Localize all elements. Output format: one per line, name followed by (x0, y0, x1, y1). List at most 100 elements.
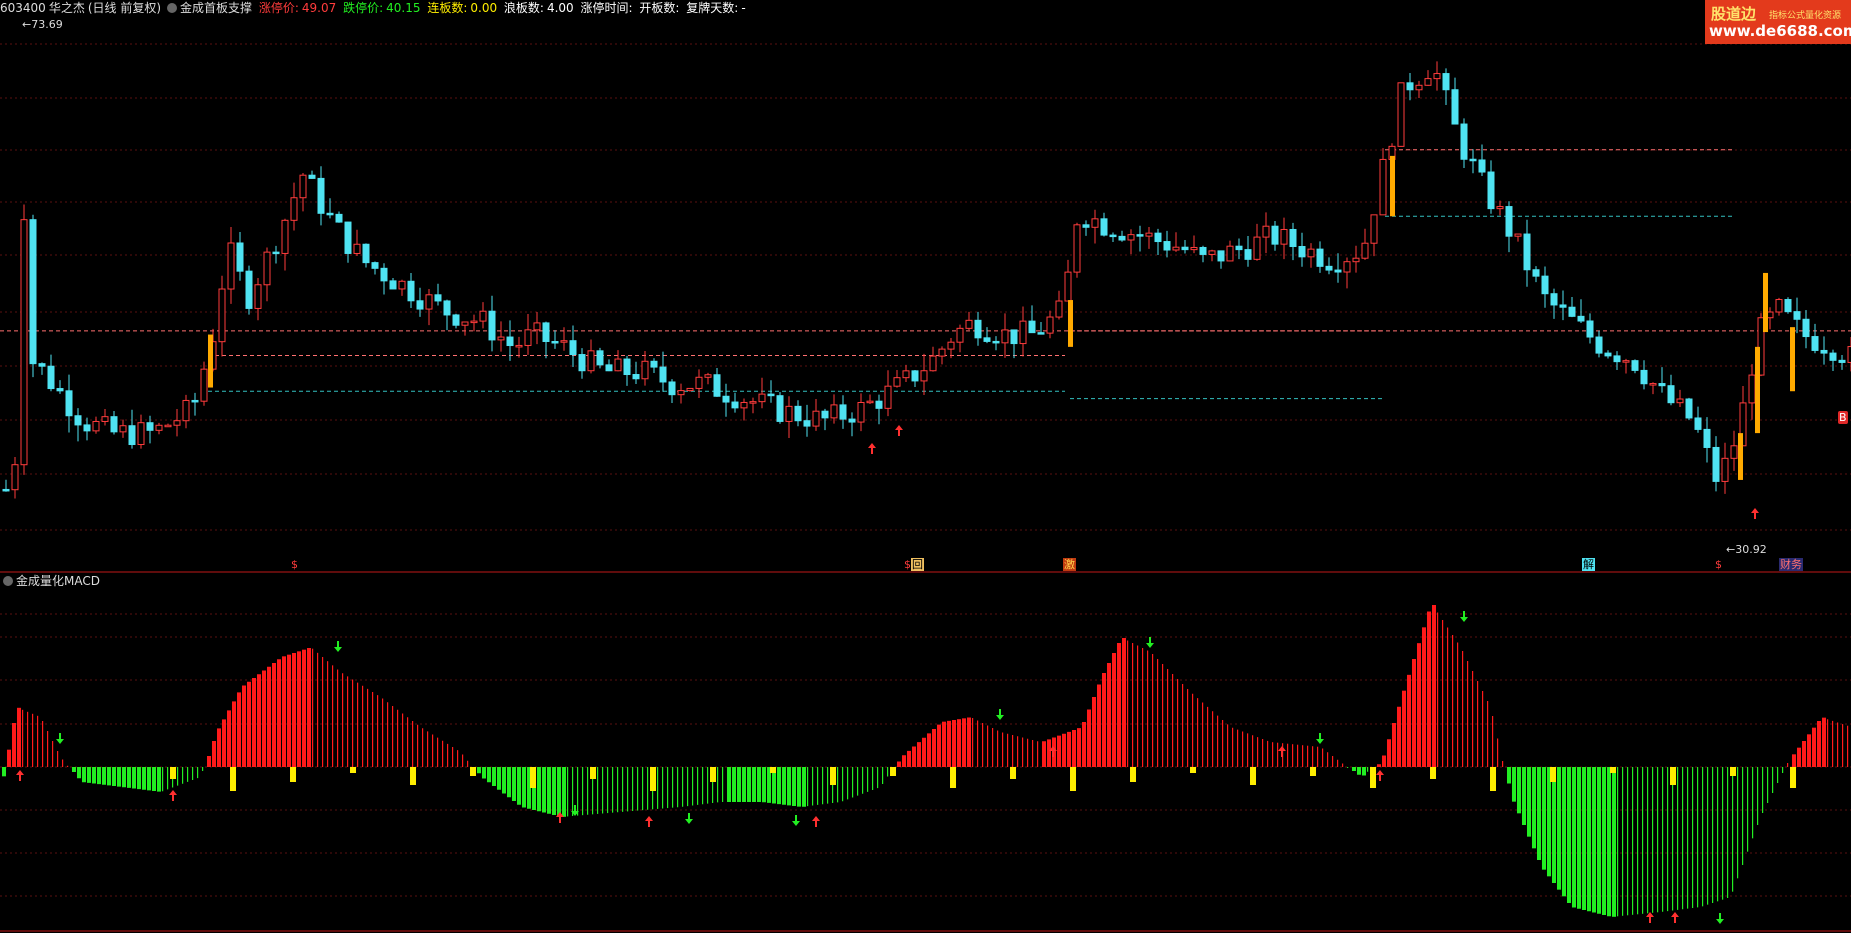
macd-bar (147, 767, 151, 791)
candle (398, 279, 406, 296)
macd-indicator-name[interactable]: 金成量化MACD (16, 574, 100, 588)
macd-bar (237, 692, 241, 767)
macd-bar (1757, 767, 1759, 825)
candle (605, 359, 613, 372)
period-label[interactable]: (日线 前复权) (88, 1, 161, 15)
candle (830, 394, 838, 424)
macd-bar (1507, 767, 1511, 784)
macd-bar (422, 728, 424, 767)
candle (1154, 228, 1162, 256)
macd-signal-bar (1070, 767, 1076, 791)
resume-label: 复牌天数: (686, 1, 739, 15)
macd-bar (1132, 643, 1134, 767)
macd-bar (1177, 679, 1179, 767)
macd-bar (1662, 767, 1664, 912)
limit-up-bar (208, 334, 213, 388)
macd-bar (1392, 723, 1396, 767)
candle (920, 353, 928, 395)
macd-bar (882, 767, 884, 784)
marker-hui[interactable]: 回 (911, 558, 924, 571)
candle (1631, 359, 1639, 374)
macd-bar (1302, 745, 1304, 767)
candle (326, 198, 334, 219)
candle (434, 283, 442, 306)
up-arrow-icon (895, 425, 903, 436)
macd-signal-bar (290, 767, 296, 782)
marker-ji[interactable]: 激 (1063, 558, 1076, 571)
marker-dollar-1[interactable]: $ (290, 558, 299, 571)
wave-label: 浪板数: (503, 1, 544, 15)
macd-bar (937, 724, 941, 767)
settings-toggle-icon[interactable] (167, 3, 178, 13)
candle (1280, 217, 1288, 260)
macd-bar (297, 651, 301, 767)
candle (1397, 82, 1405, 147)
macd-bar (32, 713, 34, 767)
macd-bar (987, 725, 989, 767)
macd-bar (1812, 727, 1816, 767)
macd-bar (1722, 767, 1724, 900)
indicator-name[interactable]: 金成首板支撑 (180, 1, 252, 15)
macd-signal-bar (1610, 767, 1616, 773)
macd-bar (1237, 729, 1239, 767)
macd-bar (1032, 740, 1034, 767)
macd-bar (887, 767, 889, 777)
macd-bar (1187, 689, 1189, 767)
candle (236, 231, 244, 281)
up-arrow-icon (16, 770, 24, 781)
candle (776, 392, 784, 424)
macd-bar (1292, 744, 1294, 767)
stock-name[interactable]: 华之杰 (49, 1, 85, 15)
macd-bar (332, 665, 334, 767)
macd-bar (482, 767, 486, 779)
macd-bar (1617, 767, 1619, 917)
macd-bar (1457, 642, 1459, 767)
candle (758, 377, 766, 409)
stock-chart[interactable] (0, 0, 1851, 933)
macd-bar (1422, 627, 1426, 767)
candle (1703, 417, 1711, 463)
macd-bar (1087, 709, 1091, 767)
macd-bar (462, 754, 464, 767)
macd-bar (1427, 611, 1431, 767)
candle (1577, 299, 1585, 323)
marker-dollar-3[interactable]: $ (1714, 558, 1723, 571)
macd-signal-bar (1250, 767, 1256, 785)
up-arrow-icon (169, 790, 177, 801)
macd-bar (732, 767, 736, 802)
stock-code[interactable]: 603400 (0, 1, 46, 15)
macd-bar (562, 767, 566, 817)
candle (533, 311, 541, 345)
macd-bar (1097, 684, 1101, 767)
marker-caiwu[interactable]: 财务 (1779, 558, 1803, 571)
candle (245, 265, 253, 315)
macd-bar (1582, 767, 1586, 910)
macd-bar (92, 767, 96, 784)
macd-bar (1452, 635, 1454, 767)
macd-signal-bar (230, 767, 236, 791)
marker-jie[interactable]: 解 (1582, 558, 1595, 571)
macd-bar (1827, 719, 1829, 767)
macd-bar (407, 717, 409, 767)
candle (1829, 349, 1837, 372)
candle (1181, 239, 1189, 254)
candle (713, 368, 721, 397)
macd-bar (572, 767, 574, 816)
macd-bar (1832, 720, 1834, 767)
macd-toggle-icon[interactable] (3, 576, 13, 586)
candle (839, 395, 847, 429)
macd-bar (947, 720, 951, 767)
macd-bar (1082, 722, 1086, 767)
candle (866, 394, 874, 405)
macd-bar (1597, 767, 1601, 914)
logo-brand: 股道边 (1711, 5, 1757, 23)
macd-bar (347, 676, 349, 767)
macd-bar (552, 767, 556, 815)
macd-bar (1577, 767, 1581, 909)
macd-bar (662, 767, 664, 809)
candle (1487, 160, 1495, 214)
macd-bar (262, 670, 266, 767)
marker-b[interactable]: B (1838, 411, 1848, 424)
candle (1802, 310, 1810, 349)
macd-bar (1192, 693, 1194, 767)
